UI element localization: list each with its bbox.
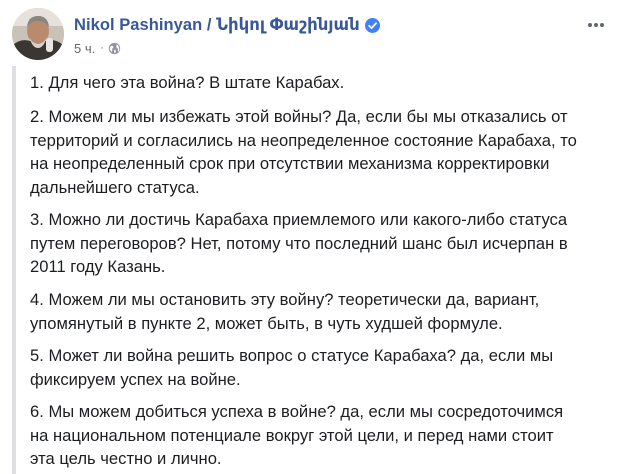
paragraph-1: 1. Для чего эта война? В штате Карабах. xyxy=(30,71,344,95)
verified-badge-icon xyxy=(364,17,380,33)
post-header: Nikol Pashinyan / Նիկոլ Փաշինյան 5 ч. · xyxy=(12,8,612,66)
author-line: Nikol Pashinyan / Նիկոլ Փաշինյան xyxy=(74,14,380,36)
text-line: фиксируем успех на войне. xyxy=(30,369,241,389)
text-line: эта цель честно и лично. xyxy=(30,449,222,469)
profile-photo-icon xyxy=(12,8,64,60)
paragraph-4: 4. Можем ли мы остановить эту войну? тео… xyxy=(30,288,539,335)
meta-separator: · xyxy=(100,42,104,54)
text-line: дальнейшего статуса. xyxy=(30,177,200,197)
post-timestamp[interactable]: 5 ч. xyxy=(74,41,95,56)
text-line: упомянутый в пункте 2, может быть, в чут… xyxy=(30,313,503,333)
more-options-button[interactable] xyxy=(584,16,608,34)
text-line: 6. Мы можем добиться успеха в войне? да,… xyxy=(30,402,564,421)
author-avatar[interactable] xyxy=(12,8,64,60)
text-line: 1. Для чего эта война? В штате Карабах. xyxy=(30,73,345,92)
text-line: территорий и согласились на неопределенн… xyxy=(30,130,577,150)
paragraph-2: 2. Можем ли мы избежать этой войны? Да, … xyxy=(30,105,577,199)
post-text: 1. Для чего эта война? В штате Карабах. … xyxy=(12,66,612,474)
globe-icon[interactable] xyxy=(108,42,121,55)
text-line: путем переговоров? Нет, потому что после… xyxy=(30,233,568,253)
text-line: 2011 году Казань. xyxy=(30,257,166,277)
text-line: на неопределенный срок при отсутствии ме… xyxy=(30,154,550,174)
paragraph-5: 5. Может ли война решить вопрос о статус… xyxy=(30,344,553,391)
author-name[interactable]: Nikol Pashinyan / Նիկոլ Փաշինյան xyxy=(74,15,360,35)
paragraph-3: 3. Можно ли достичь Карабаха приемлемого… xyxy=(30,208,568,279)
more-options-icon xyxy=(588,23,604,27)
post-meta: 5 ч. · xyxy=(74,39,121,57)
text-line: на национальном потенциале вокруг этой ц… xyxy=(30,425,554,445)
text-line: 2. Можем ли мы избежать этой войны? Да, … xyxy=(30,107,568,126)
paragraph-6: 6. Мы можем добиться успеха в войне? да,… xyxy=(30,400,563,471)
text-line: 3. Можно ли достичь Карабаха приемлемого… xyxy=(30,210,568,229)
text-line: 4. Можем ли мы остановить эту войну? тео… xyxy=(30,290,540,309)
facebook-post: Nikol Pashinyan / Նիկոլ Փաշինյան 5 ч. · xyxy=(0,0,621,474)
text-line: 5. Может ли война решить вопрос о статус… xyxy=(30,346,554,365)
